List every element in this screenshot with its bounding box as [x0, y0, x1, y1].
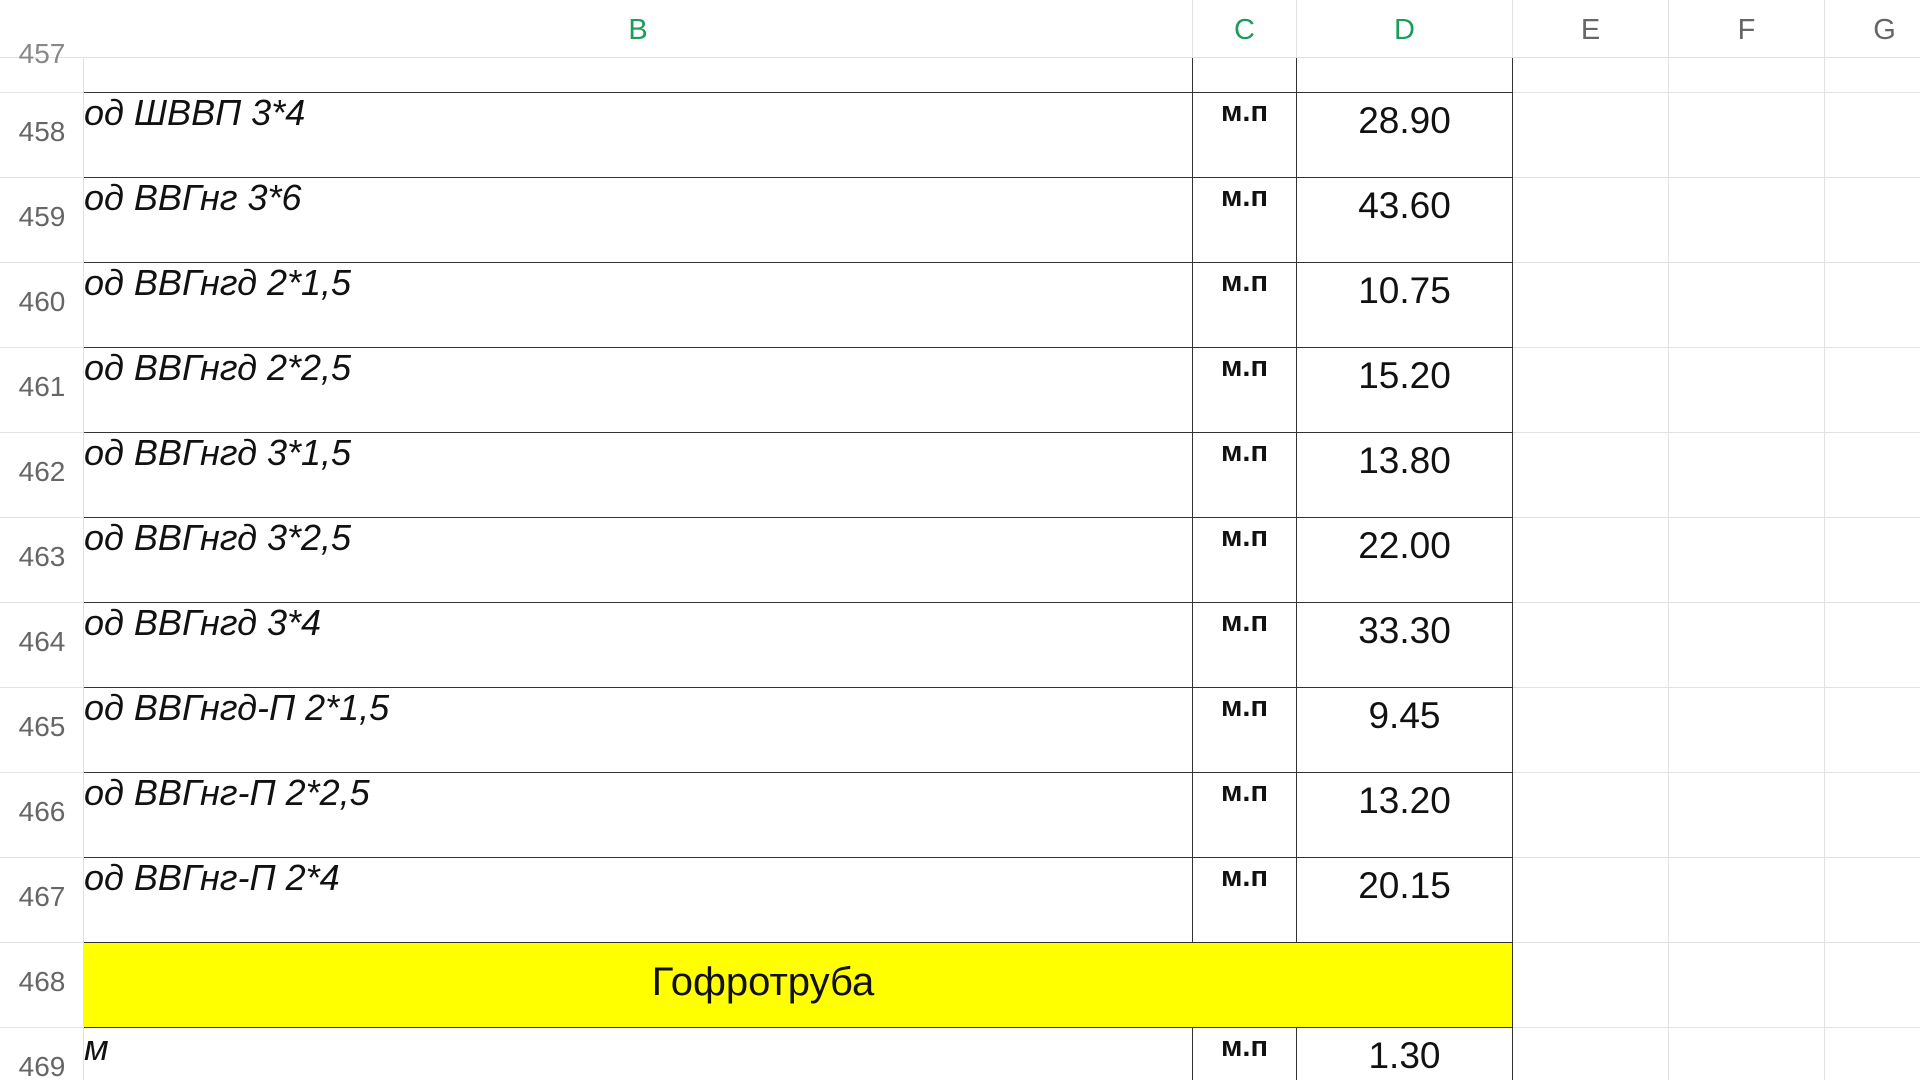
row-separator	[0, 942, 84, 943]
cell-border	[1192, 58, 1193, 942]
column-header-c[interactable]: C	[1193, 0, 1297, 58]
row-number[interactable]: 460	[0, 286, 84, 318]
row-separator	[0, 92, 84, 93]
grid-line	[1512, 1027, 1920, 1028]
item-name-cell[interactable]: од ВВГнгд 3*2,5	[84, 517, 1192, 559]
item-name-cell[interactable]: од ШВВП 3*4	[84, 92, 1192, 134]
grid-line	[1668, 58, 1669, 1080]
price-cell[interactable]: 13.80	[1297, 440, 1512, 482]
item-name-cell[interactable]: од ВВГнгд 3*1,5	[84, 432, 1192, 474]
row-separator	[0, 432, 84, 433]
unit-cell[interactable]: м.п	[1193, 776, 1296, 809]
item-name-cell[interactable]: од ВВГнг 3*6	[84, 177, 1192, 219]
row-separator	[0, 262, 84, 263]
item-name-cell[interactable]: м	[84, 1027, 1192, 1069]
unit-cell[interactable]: м.п	[1193, 861, 1296, 894]
price-cell[interactable]: 43.60	[1297, 185, 1512, 227]
grid-line	[1512, 92, 1920, 93]
row-number[interactable]: 462	[0, 456, 84, 488]
cell-border	[1192, 1027, 1193, 1080]
grid-line	[1512, 432, 1920, 433]
column-header-e[interactable]: E	[1513, 0, 1669, 58]
price-cell[interactable]: 20.15	[1297, 865, 1512, 907]
unit-cell[interactable]: м.п	[1193, 606, 1296, 639]
price-cell[interactable]: 10.75	[1297, 270, 1512, 312]
row-number-gutter: 457 458 459 460 461 462 463 464 465 466 467 468 469	[0, 38, 84, 1083]
grid-line	[1512, 942, 1920, 943]
price-cell[interactable]: 9.45	[1297, 695, 1512, 737]
row-separator	[0, 772, 84, 773]
grid-line	[1512, 687, 1920, 688]
item-name-cell[interactable]: од ВВГнг-П 2*2,5	[84, 772, 1192, 814]
grid-line	[1512, 347, 1920, 348]
cell-border	[1512, 942, 1513, 1027]
price-cell[interactable]: 33.30	[1297, 610, 1512, 652]
row-separator	[0, 177, 84, 178]
unit-cell[interactable]: м.п	[1193, 436, 1296, 469]
item-name-cell[interactable]: од ВВГнгд 2*2,5	[84, 347, 1192, 389]
column-header-g[interactable]: G	[1825, 0, 1920, 58]
row-number[interactable]: 457	[0, 38, 84, 70]
grid-line	[1512, 857, 1920, 858]
row-separator	[0, 687, 84, 688]
row-number[interactable]: 463	[0, 541, 84, 573]
row-number[interactable]: 465	[0, 711, 84, 743]
row-number[interactable]: 458	[0, 116, 84, 148]
grid-line	[1512, 772, 1920, 773]
row-number[interactable]: 466	[0, 796, 84, 828]
item-name-cell[interactable]: од ВВГнгд 3*4	[84, 602, 1192, 644]
unit-cell[interactable]: м.п	[1193, 1031, 1296, 1064]
column-header-b[interactable]: B	[84, 0, 1193, 58]
row-separator	[0, 602, 84, 603]
column-header-f[interactable]: F	[1669, 0, 1825, 58]
row-number[interactable]: 464	[0, 626, 84, 658]
row-separator	[0, 517, 84, 518]
unit-cell[interactable]: м.п	[1193, 266, 1296, 299]
row-number[interactable]: 459	[0, 201, 84, 233]
item-name-cell[interactable]: од ВВГнгд 2*1,5	[84, 262, 1192, 304]
price-cell[interactable]: 28.90	[1297, 100, 1512, 142]
row-number[interactable]: 468	[0, 966, 84, 998]
row-separator	[0, 1027, 84, 1028]
unit-cell[interactable]: м.п	[1193, 96, 1296, 129]
cell-border	[1296, 58, 1297, 942]
price-cell[interactable]: 1.30	[1297, 1035, 1512, 1077]
unit-cell[interactable]: м.п	[1193, 351, 1296, 384]
grid-line	[1824, 58, 1825, 1080]
row-number[interactable]: 461	[0, 371, 84, 403]
grid-line	[1512, 602, 1920, 603]
item-name-cell[interactable]: од ВВГнгд-П 2*1,5	[84, 687, 1192, 729]
unit-cell[interactable]: м.п	[1193, 691, 1296, 724]
section-header-label[interactable]: Гофротруба	[84, 960, 1442, 1005]
price-cell[interactable]: 15.20	[1297, 355, 1512, 397]
grid-line	[1512, 262, 1920, 263]
row-separator	[0, 347, 84, 348]
price-cell[interactable]: 13.20	[1297, 780, 1512, 822]
grid-line	[1512, 517, 1920, 518]
item-name-cell[interactable]: од ВВГнг-П 2*4	[84, 857, 1192, 899]
row-number[interactable]: 467	[0, 881, 84, 913]
row-separator	[0, 857, 84, 858]
cell-border	[1296, 1027, 1297, 1080]
column-header-row: B C D E F G	[0, 0, 1920, 58]
cell-border	[1512, 1027, 1513, 1080]
unit-cell[interactable]: м.п	[1193, 181, 1296, 214]
row-number[interactable]: 469	[0, 1051, 84, 1083]
price-cell[interactable]: 22.00	[1297, 525, 1512, 567]
column-header-d[interactable]: D	[1297, 0, 1513, 58]
unit-cell[interactable]: м.п	[1193, 521, 1296, 554]
cell-border	[1512, 58, 1513, 942]
grid-line	[1512, 177, 1920, 178]
